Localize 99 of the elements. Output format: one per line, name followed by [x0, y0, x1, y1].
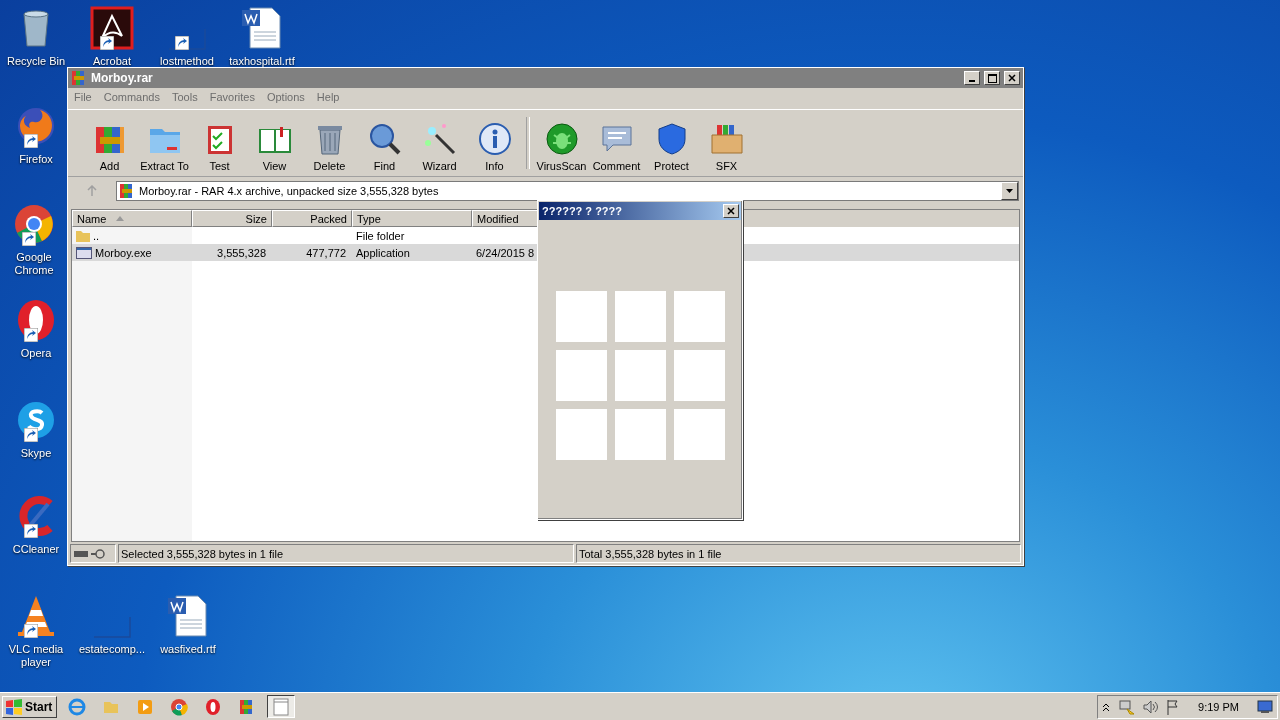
column-header[interactable]: Packed	[272, 210, 352, 227]
shortcut-arrow-icon	[175, 36, 189, 50]
dropdown-button[interactable]	[1001, 182, 1018, 200]
tile[interactable]	[614, 350, 666, 401]
stacked-books-icon	[71, 70, 87, 86]
document-icon	[90, 6, 134, 50]
stacked-books-icon	[119, 184, 135, 198]
desktop-icon-label[interactable]: VLC media player	[3, 643, 69, 669]
globe-icon	[68, 697, 87, 716]
tile[interactable]	[555, 409, 607, 460]
document-icon	[240, 6, 284, 50]
close-icon	[727, 207, 735, 215]
dialog-title: ?????? ? ????	[542, 205, 624, 217]
document-icon	[166, 594, 210, 638]
menu-item[interactable]: Options	[266, 91, 305, 106]
circle-logo-icon	[170, 697, 189, 716]
caret-icon	[1006, 189, 1013, 193]
desktop-icon-label[interactable]: Firefox	[19, 153, 53, 166]
shortcut-arrow-icon	[24, 524, 38, 538]
shortcut-arrow-icon	[24, 328, 38, 342]
maximize-icon	[987, 73, 997, 83]
file-cell: 3,555,328	[217, 246, 266, 259]
toolbar-button[interactable]: Comment	[589, 121, 644, 172]
window-icon	[272, 697, 291, 716]
status-text: Selected 3,555,328 bytes in 1 file	[121, 547, 284, 560]
shortcut-arrow-icon	[24, 134, 38, 148]
column-header[interactable]: Size	[192, 210, 272, 227]
speaker-icon[interactable]	[1142, 698, 1159, 715]
column-header[interactable]: Type	[352, 210, 472, 227]
close-button[interactable]	[1004, 71, 1020, 85]
toolbar-button[interactable]: Extract To	[137, 121, 192, 172]
chevron-up-icon[interactable]	[1102, 701, 1111, 712]
ring-icon	[204, 697, 223, 716]
shortcut-arrow-icon	[100, 36, 114, 50]
desktop-icon-label[interactable]: CCleaner	[12, 543, 60, 556]
toolbar-button[interactable]: Add	[82, 121, 137, 172]
tile[interactable]	[614, 409, 666, 460]
toolbar-button[interactable]: Info	[467, 121, 522, 172]
desktop-icon-label[interactable]: Google Chrome	[1, 251, 67, 277]
desktop-icon-label[interactable]: taxhospital.rtf	[229, 55, 295, 68]
menu-item[interactable]: Favorites	[209, 91, 255, 106]
tile[interactable]	[555, 350, 607, 401]
close-icon	[1008, 74, 1016, 82]
close-button[interactable]	[723, 204, 739, 218]
file-row[interactable]: .. File folder	[72, 227, 1019, 244]
menu-item[interactable]: Tools	[172, 91, 198, 106]
desktop-icon-label[interactable]: Skype	[20, 447, 52, 460]
start-button[interactable]: Start	[2, 695, 58, 718]
file-cell: 477,772	[306, 246, 346, 259]
shortcut-arrow-icon	[24, 428, 38, 442]
desktop-icon-label[interactable]: estatecomp...	[79, 643, 146, 656]
desktop-icon-label[interactable]: Opera	[20, 347, 52, 360]
outline-icon	[168, 28, 206, 50]
network-icon[interactable]	[1118, 698, 1135, 715]
bug-icon	[543, 121, 580, 157]
window-title: Morboy.rar	[91, 71, 154, 85]
file-cell: File folder	[356, 229, 405, 242]
tile[interactable]	[673, 409, 725, 460]
taskbar-app-button[interactable]	[267, 695, 296, 718]
shortcut-arrow-icon	[24, 624, 38, 638]
file-cell: 6/24/2015 8	[476, 246, 535, 259]
tile[interactable]	[673, 291, 725, 342]
toolbar-button[interactable]: View	[247, 121, 302, 172]
maximize-button[interactable]	[984, 71, 1000, 85]
desktop-icon-label[interactable]: lostmethod	[160, 55, 214, 68]
status-text: Total 3,555,328 bytes in 1 file	[579, 547, 722, 560]
toolbar-button[interactable]: SFX	[699, 121, 754, 172]
file-cell: ..	[93, 229, 100, 242]
outline-icon	[93, 616, 131, 638]
file-cell: Morboy.exe	[95, 246, 152, 259]
toolbar-button[interactable]: Test	[192, 121, 247, 172]
toolbar-button[interactable]: Protect	[644, 121, 699, 172]
windows-flag-icon	[5, 698, 23, 715]
desktop-icon-label[interactable]: wasfixed.rtf	[160, 643, 216, 656]
tile[interactable]	[614, 291, 666, 342]
toolbar-button[interactable]: Delete	[302, 121, 357, 172]
toolbar-button[interactable]: Wizard	[412, 121, 467, 172]
application-icon	[76, 246, 92, 259]
desktop-icon-label[interactable]: Recycle Bin	[6, 55, 66, 68]
menu-item[interactable]: Commands	[103, 91, 160, 106]
column-header[interactable]: Name	[72, 210, 192, 227]
tile[interactable]	[555, 291, 607, 342]
info-icon	[476, 121, 513, 157]
folder-icon	[76, 229, 90, 242]
file-cell: Application	[356, 246, 410, 259]
address-field[interactable]: Morboy.rar - RAR 4.x archive, unpacked size 3,555,328 bytes	[116, 181, 1019, 201]
play-icon	[136, 697, 155, 716]
clock[interactable]: 9:19 PM	[1198, 700, 1239, 713]
shortcut-arrow-icon	[22, 232, 36, 246]
toolbar-button[interactable]: VirusScan	[534, 121, 589, 172]
desktop-icon-label[interactable]: Acrobat	[93, 55, 131, 68]
drive-key-icon	[73, 548, 107, 559]
minimize-button[interactable]	[964, 71, 980, 85]
toolbar-button[interactable]: Find	[357, 121, 412, 172]
flag-icon[interactable]	[1166, 698, 1181, 715]
monitor-icon[interactable]	[1257, 699, 1273, 714]
tile[interactable]	[673, 350, 725, 401]
up-arrow-icon	[86, 185, 98, 197]
sort-arrow-icon	[116, 216, 125, 221]
